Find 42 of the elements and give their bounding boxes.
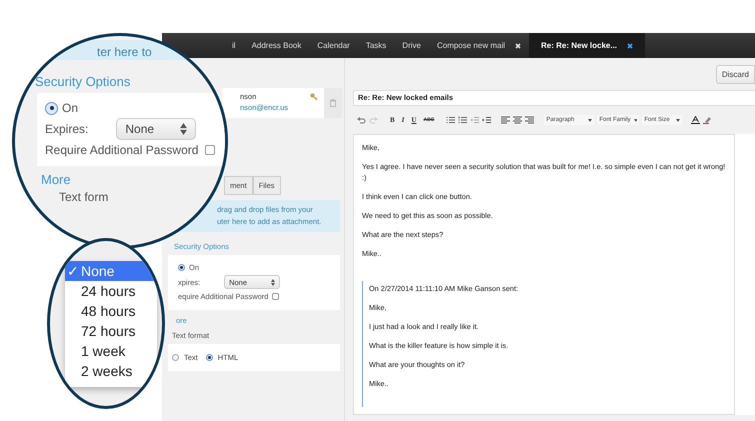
updown-icon [180, 123, 188, 135]
menu-item[interactable]: 48 hours [65, 301, 157, 321]
nav-tab[interactable]: Re: Re: New locke... [529, 33, 646, 58]
bullet-list-icon[interactable] [446, 116, 456, 124]
close-icon[interactable] [627, 42, 634, 48]
field-label: Expires: [45, 122, 88, 136]
checkbox-label: Require Additional Password [45, 143, 198, 157]
drop-zone-text: ter here to [97, 44, 152, 60]
menu-item[interactable]: 24 hours [65, 281, 157, 301]
caret-icon [634, 118, 638, 122]
align-right-icon[interactable] [525, 116, 534, 124]
checkbox[interactable] [205, 145, 216, 155]
radio-label: On [62, 101, 78, 115]
menu-item[interactable]: 72 hours [65, 321, 157, 341]
menu-item[interactable]: 2 weeks [65, 361, 157, 381]
caret-icon [676, 118, 680, 122]
indent-icon[interactable] [482, 116, 492, 124]
undo-icon[interactable] [357, 116, 366, 124]
expires-select[interactable]: None [116, 118, 196, 140]
trash-icon [330, 99, 336, 107]
text-color-icon[interactable] [691, 116, 700, 124]
align-left-icon[interactable] [501, 116, 510, 124]
field-label: Text form [59, 190, 108, 204]
nav-tab[interactable]: Calendar [309, 33, 358, 58]
numbered-list-icon[interactable] [458, 116, 468, 124]
radio-button[interactable] [206, 354, 213, 361]
radio-button[interactable] [178, 264, 185, 271]
nav-tab[interactable]: Address Book [244, 33, 310, 58]
nav-tab[interactable]: il [224, 33, 244, 58]
discard-button[interactable]: Discard [716, 65, 755, 84]
radio-button[interactable] [172, 354, 179, 361]
nav-tab[interactable]: Tasks [358, 33, 394, 58]
updown-icon [271, 278, 276, 286]
align-center-icon[interactable] [513, 116, 522, 124]
caret-icon [588, 118, 592, 122]
section-title: Security Options [35, 74, 130, 89]
menu-item[interactable]: 1 week [65, 341, 157, 361]
radio-button[interactable] [45, 102, 58, 114]
highlight-icon[interactable] [703, 116, 712, 124]
nav-tab[interactable]: Drive [394, 33, 429, 58]
nav-tab[interactable]: Compose new mail [428, 33, 529, 58]
checkbox[interactable] [272, 293, 280, 300]
